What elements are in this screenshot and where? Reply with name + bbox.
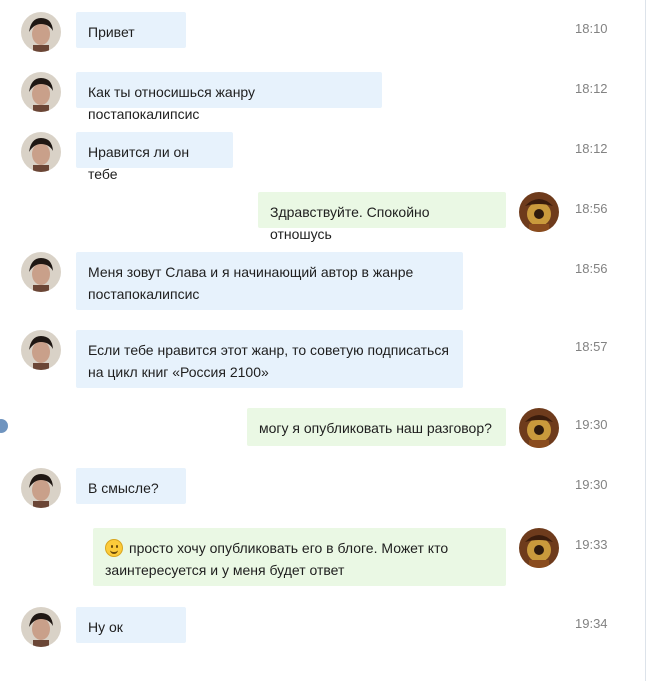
message-time: 18:56 <box>575 201 608 216</box>
smile-emoji-icon <box>105 539 123 557</box>
avatar-me[interactable] <box>519 528 559 568</box>
message-time: 18:10 <box>575 21 608 36</box>
message-bubble: просто хочу опубликовать его в блоге. Мо… <box>93 528 506 586</box>
message-time: 19:30 <box>575 477 608 492</box>
message-bubble: Здравствуйте. Спокойно отношусь <box>258 192 506 242</box>
chat-history: Привет 18:10 Как ты относишься жанру пос… <box>0 0 651 681</box>
message-bubble: могу я опубликовать наш разговор? <box>247 408 506 446</box>
message-time: 19:33 <box>575 537 608 552</box>
message-text: просто хочу опубликовать его в блоге. Мо… <box>105 540 449 578</box>
avatar-me[interactable] <box>519 192 559 232</box>
message-time: 18:12 <box>575 141 608 156</box>
message-bubble: Ну ок <box>76 607 186 643</box>
message-bubble: В смысле? <box>76 468 186 504</box>
message-bubble: Если тебе нравится этот жанр, то советую… <box>76 330 463 388</box>
message-bubble: Привет <box>76 12 186 48</box>
message-time: 18:56 <box>575 261 608 276</box>
avatar-interlocutor[interactable] <box>21 252 61 292</box>
message-bubble: Как ты относишься жанру постапокалипсис <box>76 72 382 122</box>
message-time: 19:34 <box>575 616 608 631</box>
avatar-interlocutor[interactable] <box>21 12 61 52</box>
avatar-interlocutor[interactable] <box>21 72 61 112</box>
avatar-interlocutor[interactable] <box>21 607 61 647</box>
avatar-interlocutor[interactable] <box>21 468 61 508</box>
scrollbar-track[interactable] <box>645 0 646 681</box>
message-bubble: Меня зовут Слава и я начинающий автор в … <box>76 252 463 310</box>
avatar-me[interactable] <box>519 408 559 448</box>
avatar-interlocutor[interactable] <box>21 330 61 370</box>
message-time: 19:30 <box>575 417 608 432</box>
message-time: 18:57 <box>575 339 608 354</box>
message-time: 18:12 <box>575 81 608 96</box>
message-bubble: Нравится ли он тебе <box>76 132 233 182</box>
checkmark-icon[interactable] <box>0 419 8 433</box>
avatar-interlocutor[interactable] <box>21 132 61 172</box>
